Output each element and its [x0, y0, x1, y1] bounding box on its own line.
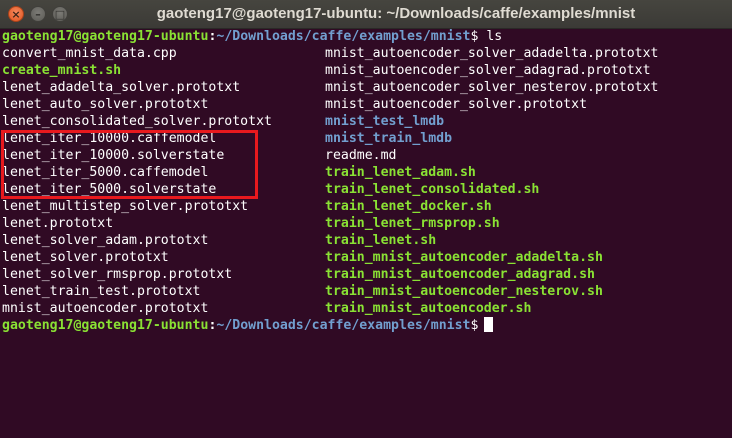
file-entry: train_mnist_autoencoder_adadelta.sh [325, 250, 603, 265]
file-entry: train_mnist_autoencoder.sh [325, 301, 532, 316]
file-entry: mnist_autoencoder.prototxt [2, 301, 209, 316]
prompt-line: gaoteng17@gaoteng17-ubuntu:~/Downloads/c… [2, 28, 732, 45]
text-cursor [484, 317, 494, 332]
file-entry: lenet_train_test.prototxt [2, 284, 201, 299]
file-entry: train_lenet.sh [325, 233, 437, 248]
file-entry: train_lenet_consolidated.sh [325, 182, 540, 197]
file-entry: convert_mnist_data.cpp [2, 46, 177, 61]
prompt-line-current[interactable]: gaoteng17@gaoteng17-ubuntu:~/Downloads/c… [2, 317, 732, 334]
terminal-window: × – □ gaoteng17@gaoteng17-ubuntu: ~/Down… [0, 0, 732, 438]
prompt-path: ~/Downloads/caffe/examples/mnist [216, 29, 471, 44]
list-item: create_mnist.sh mnist_autoencoder_solver_… [2, 62, 732, 79]
list-item: lenet_adadelta_solver.prototxt mnist_auto… [2, 79, 732, 96]
file-entry: create_mnist.sh [2, 63, 122, 78]
file-entry: mnist_autoencoder_solver.prototxt [325, 97, 588, 112]
directory-entry: mnist_train_lmdb [325, 131, 453, 146]
list-item: lenet_multistep_solver.prototxt train_len… [2, 198, 732, 215]
list-item: lenet_solver_rmsprop.prototxt train_mnist… [2, 266, 732, 283]
highlight-box [1, 130, 258, 199]
file-entry: readme.md [325, 148, 397, 163]
list-item: convert_mnist_data.cpp mnist_autoencoder_… [2, 45, 732, 62]
terminal-output[interactable]: gaoteng17@gaoteng17-ubuntu:~/Downloads/c… [2, 28, 732, 438]
file-entry: mnist_autoencoder_solver_nesterov.protot… [325, 80, 659, 95]
file-entry: train_lenet_docker.sh [325, 199, 492, 214]
file-entry: mnist_autoencoder_solver_adagrad.prototx… [325, 63, 651, 78]
file-entry: lenet_auto_solver.prototxt [2, 97, 209, 112]
file-entry: train_lenet_rmsprop.sh [325, 216, 500, 231]
directory-entry: mnist_test_lmdb [325, 114, 445, 129]
file-entry: lenet_adadelta_solver.prototxt [2, 80, 241, 95]
file-entry: lenet_solver.prototxt [2, 250, 169, 265]
window-title: gaoteng17@gaoteng17-ubuntu: ~/Downloads/… [156, 5, 636, 22]
prompt-path: ~/Downloads/caffe/examples/mnist [216, 318, 471, 333]
file-entry: lenet_solver_adam.prototxt [2, 233, 209, 248]
file-entry: train_mnist_autoencoder_adagrad.sh [325, 267, 595, 282]
file-entry: mnist_autoencoder_solver_adadelta.protot… [325, 46, 659, 61]
prompt-symbol: $ [470, 318, 479, 333]
list-item: lenet_solver.prototxt train_mnist_autoenc… [2, 249, 732, 266]
prompt-user-host: gaoteng17@gaoteng17-ubuntu [2, 318, 209, 333]
prompt-user-host: gaoteng17@gaoteng17-ubuntu [2, 29, 209, 44]
file-entry: lenet_solver_rmsprop.prototxt [2, 267, 233, 282]
list-item: lenet.prototxt train_lenet_rmsprop.sh [2, 215, 732, 232]
file-entry: lenet_multistep_solver.prototxt [2, 199, 249, 214]
file-entry: train_lenet_adam.sh [325, 165, 476, 180]
list-item: lenet_solver_adam.prototxt train_lenet.sh [2, 232, 732, 249]
file-entry: train_mnist_autoencoder_nesterov.sh [325, 284, 603, 299]
list-item: lenet_consolidated_solver.prototxt mnist_… [2, 113, 732, 130]
command-text: ls [478, 29, 503, 44]
title-bar[interactable]: × – □ gaoteng17@gaoteng17-ubuntu: ~/Down… [0, 0, 732, 29]
list-item: lenet_auto_solver.prototxt mnist_autoenco… [2, 96, 732, 113]
file-entry: lenet.prototxt [2, 216, 114, 231]
list-item: mnist_autoencoder.prototxt train_mnist_au… [2, 300, 732, 317]
file-entry: lenet_consolidated_solver.prototxt [2, 114, 272, 129]
list-item: lenet_train_test.prototxt train_mnist_aut… [2, 283, 732, 300]
